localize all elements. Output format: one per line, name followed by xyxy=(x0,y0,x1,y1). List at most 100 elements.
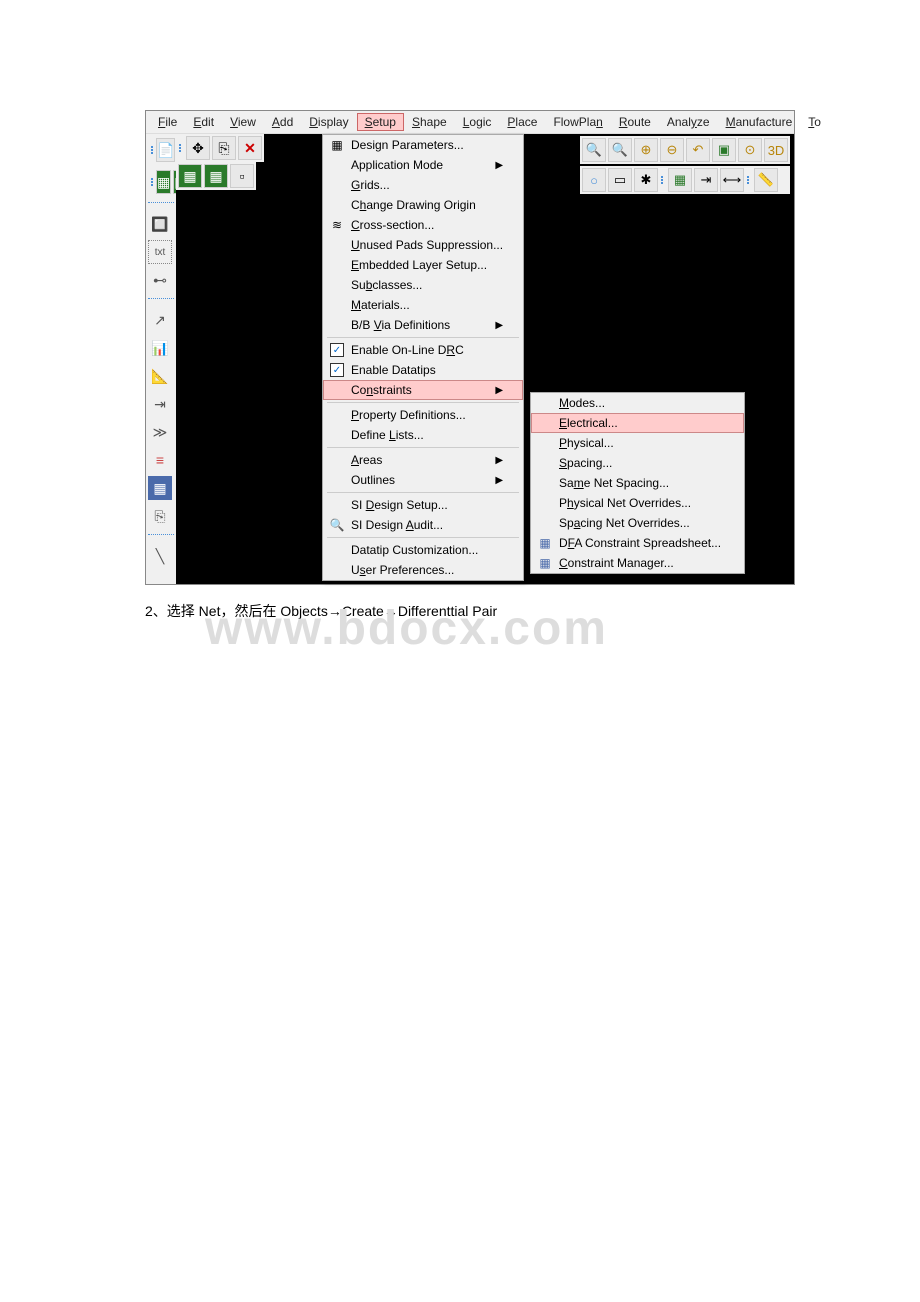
grid-blue-icon[interactable]: ▦ xyxy=(148,476,172,500)
menu-tools[interactable]: To xyxy=(800,113,829,131)
submenu-spacing[interactable]: Spacing... xyxy=(531,453,744,473)
submenu-arrow-icon: ▶ xyxy=(495,320,503,331)
menu-bb-via[interactable]: B/B Via Definitions▶ xyxy=(323,315,523,335)
side-toolbar: 📄 📂 💾 ▦ ▦ ▧ 🔲 txt ⊷ ↗ 📊 📐 ⇥ xyxy=(146,134,176,584)
menu-edit[interactable]: Edit xyxy=(185,113,222,131)
text-label-icon[interactable]: txt xyxy=(148,240,172,264)
submenu-physical[interactable]: Physical... xyxy=(531,433,744,453)
menu-setup[interactable]: Setup xyxy=(357,113,404,131)
rect-icon[interactable]: ▭ xyxy=(608,168,632,192)
toolbar-grip-icon xyxy=(150,170,154,194)
menu-design-parameters[interactable]: ▦Design Parameters... xyxy=(323,135,523,155)
menu-display[interactable]: Display xyxy=(301,113,356,131)
submenu-same-net-spacing[interactable]: Same Net Spacing... xyxy=(531,473,744,493)
menu-materials[interactable]: Materials... xyxy=(323,295,523,315)
menu-change-origin[interactable]: Change Drawing Origin xyxy=(323,195,523,215)
menu-user-preferences[interactable]: User Preferences... xyxy=(323,560,523,580)
copy-icon[interactable]: ⎘ xyxy=(148,504,172,528)
menu-shape[interactable]: Shape xyxy=(404,113,455,131)
menu-add[interactable]: Add xyxy=(264,113,301,131)
delete-icon[interactable]: ✕ xyxy=(238,136,262,160)
snap-icon[interactable]: ✱ xyxy=(634,168,658,192)
chart-icon[interactable]: 📊 xyxy=(148,336,172,360)
zoom-window-icon[interactable]: 🔍 xyxy=(608,138,632,162)
submenu-physical-net-overrides[interactable]: Physical Net Overrides... xyxy=(531,493,744,513)
audit-icon: 🔍 xyxy=(327,518,347,532)
menu-flowplan[interactable]: FlowPlan xyxy=(545,113,610,131)
menu-datatip-customization[interactable]: Datatip Customization... xyxy=(323,540,523,560)
menu-grids[interactable]: Grids... xyxy=(323,175,523,195)
menu-enable-datatips[interactable]: ✓Enable Datatips xyxy=(323,360,523,380)
app-window: File Edit View Add Display Setup Shape L… xyxy=(145,110,795,585)
menu-cross-section[interactable]: ≋Cross-section... xyxy=(323,215,523,235)
checkbox-checked-icon: ✓ xyxy=(330,343,344,357)
green-tool-icon[interactable]: ▦ xyxy=(178,164,202,188)
menu-analyze[interactable]: Analyze xyxy=(659,113,718,131)
menu-separator xyxy=(327,337,519,338)
circle-icon[interactable]: ○ xyxy=(582,168,606,192)
submenu-constraint-manager[interactable]: ▦Constraint Manager... xyxy=(531,553,744,573)
menu-si-design-setup[interactable]: SI Design Setup... xyxy=(323,495,523,515)
zoom-area-icon[interactable]: ▣ xyxy=(712,138,736,162)
submenu-dfa-constraint[interactable]: ▦DFA Constraint Spreadsheet... xyxy=(531,533,744,553)
menu-application-mode[interactable]: Application Mode▶ xyxy=(323,155,523,175)
move-icon[interactable]: ✥ xyxy=(186,136,210,160)
submenu-arrow-icon: ▶ xyxy=(495,385,503,396)
menu-define-lists[interactable]: Define Lists... xyxy=(323,425,523,445)
menu-outlines[interactable]: Outlines▶ xyxy=(323,470,523,490)
copy-icon[interactable]: ⎘ xyxy=(212,136,236,160)
expand-icon[interactable]: ≫ xyxy=(148,420,172,444)
grid-icon: ▦ xyxy=(327,138,347,152)
green-tool2-icon[interactable]: ▦ xyxy=(204,164,228,188)
spreadsheet-icon: ▦ xyxy=(535,536,555,550)
component-icon[interactable]: 🔲 xyxy=(148,212,172,236)
menu-areas[interactable]: Areas▶ xyxy=(323,450,523,470)
menu-separator xyxy=(327,402,519,403)
menu-separator xyxy=(327,492,519,493)
ruler-icon[interactable]: 📐 xyxy=(148,364,172,388)
zoom-out-icon[interactable]: ⊖ xyxy=(660,138,684,162)
expand-right-icon[interactable]: ⇥ xyxy=(694,168,718,192)
menu-subclasses[interactable]: Subclasses... xyxy=(323,275,523,295)
3d-view-icon[interactable]: 3D xyxy=(764,138,788,162)
zoom-prev-icon[interactable]: ↶ xyxy=(686,138,710,162)
gray-tool-icon[interactable]: ▫ xyxy=(230,164,254,188)
line-icon[interactable]: ╲ xyxy=(148,544,172,568)
menu-enable-drc[interactable]: ✓Enable On-Line DRC xyxy=(323,340,523,360)
menu-place[interactable]: Place xyxy=(499,113,545,131)
zoom-center-icon[interactable]: ⊙ xyxy=(738,138,762,162)
list-icon[interactable]: ≡ xyxy=(148,448,172,472)
submenu-spacing-net-overrides[interactable]: Spacing Net Overrides... xyxy=(531,513,744,533)
menu-embedded-layer[interactable]: Embedded Layer Setup... xyxy=(323,255,523,275)
arrow-up-icon[interactable]: ↗ xyxy=(148,308,172,332)
toolbar-grip-icon xyxy=(746,168,752,192)
measure-icon[interactable]: 📏 xyxy=(754,168,778,192)
menu-constraints[interactable]: Constraints▶ xyxy=(323,380,523,400)
layers-icon: ≋ xyxy=(327,218,347,232)
zoom-fit-icon[interactable]: 🔍 xyxy=(582,138,606,162)
pin-icon[interactable]: ⊷ xyxy=(148,268,172,292)
new-file-icon[interactable]: 📄 xyxy=(156,138,175,162)
toolbar-grip-icon xyxy=(178,136,184,160)
menu-view[interactable]: View xyxy=(222,113,264,131)
menu-manufacture[interactable]: Manufacture xyxy=(718,113,801,131)
merge-icon[interactable]: ⇥ xyxy=(148,392,172,416)
spreadsheet-icon: ▦ xyxy=(535,556,555,570)
menu-logic[interactable]: Logic xyxy=(455,113,500,131)
zoom-in-icon[interactable]: ⊕ xyxy=(634,138,658,162)
chip-icon[interactable]: ▦ xyxy=(668,168,692,192)
menu-separator xyxy=(327,537,519,538)
submenu-arrow-icon: ▶ xyxy=(495,475,503,486)
fit-width-icon[interactable]: ⟷ xyxy=(720,168,744,192)
menubar: File Edit View Add Display Setup Shape L… xyxy=(146,111,794,134)
menu-si-design-audit[interactable]: 🔍SI Design Audit... xyxy=(323,515,523,535)
menu-route[interactable]: Route xyxy=(611,113,659,131)
submenu-modes[interactable]: Modes... xyxy=(531,393,744,413)
constraints-submenu: Modes... Electrical... Physical... Spaci… xyxy=(530,392,745,574)
submenu-electrical[interactable]: Electrical... xyxy=(531,413,744,433)
menu-file[interactable]: File xyxy=(150,113,185,131)
menu-property-definitions[interactable]: Property Definitions... xyxy=(323,405,523,425)
design-canvas[interactable]: ✥ ⎘ ✕ ▦ ▦ ▫ ▦Design Parameters... Applic… xyxy=(176,134,794,584)
menu-unused-pads[interactable]: Unused Pads Suppression... xyxy=(323,235,523,255)
layer-icon[interactable]: ▦ xyxy=(156,170,171,194)
